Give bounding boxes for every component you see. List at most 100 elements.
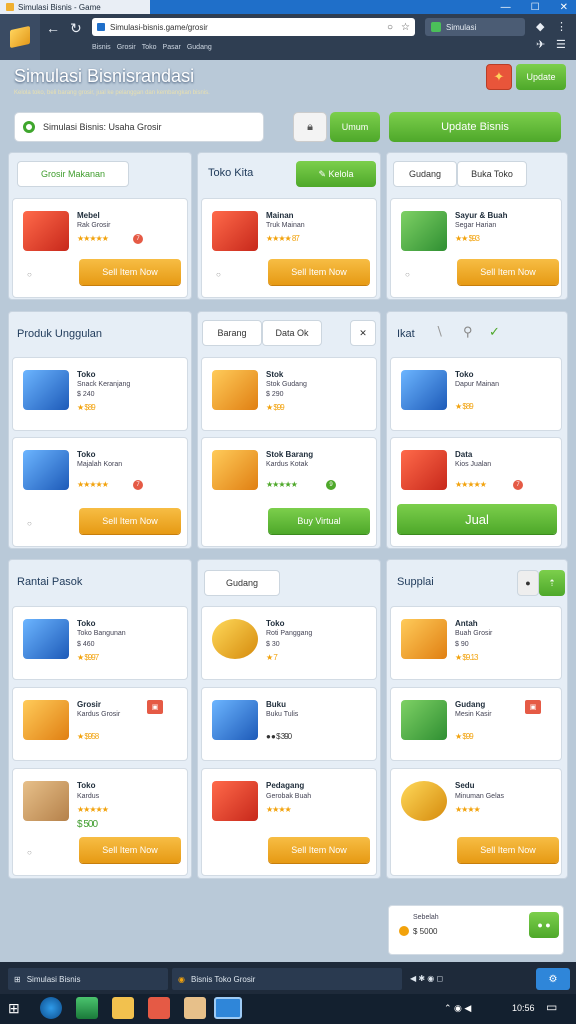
close-icon[interactable]: ✕ — [560, 2, 568, 13]
add-funds-button[interactable]: ● ● — [529, 912, 559, 938]
sale-tag-icon: ▣ — [147, 700, 163, 714]
status-dot: ○ — [27, 848, 32, 857]
maximize-icon[interactable]: ☐ — [531, 2, 540, 13]
shelf-icon — [23, 211, 69, 251]
product-card[interactable]: Sedu Minuman Gelas ★★★★ Sell Item Now — [390, 768, 562, 876]
sell-button[interactable]: Sell Item Now — [79, 259, 181, 285]
product-card[interactable]: Stok Stok Gudang $ 290 ★ $99 — [201, 357, 377, 431]
buy-virtual-button[interactable]: Buy Virtual — [268, 508, 370, 534]
update-business-button[interactable]: Update Bisnis — [389, 112, 561, 142]
back-icon[interactable]: ← — [46, 20, 60, 36]
active-app-icon[interactable] — [214, 997, 242, 1019]
menu-icon[interactable]: ☰ — [556, 38, 566, 51]
pin-icon[interactable]: ✈ — [536, 38, 545, 51]
sell-wide-button[interactable]: Jual — [397, 504, 557, 534]
check-icon[interactable]: ✓ — [489, 324, 500, 340]
toy-truck-icon — [212, 211, 258, 251]
notification-icon[interactable]: ▭ — [546, 1000, 557, 1014]
card-rating: ★★★★ — [266, 805, 292, 814]
link-icon[interactable]: ∖ — [435, 324, 443, 340]
product-card[interactable]: Buku Buku Tulis ● ● $ 390 — [201, 687, 377, 761]
window-item[interactable]: ◉ Bisnis Toko Grosir — [172, 968, 402, 990]
more-icon[interactable]: ⋮ — [556, 20, 567, 33]
product-card[interactable]: Gudang Mesin Kasir ★ $99 ▣ — [390, 687, 562, 761]
app-logo[interactable] — [0, 14, 40, 60]
bookmark-item[interactable]: Bisnis — [92, 44, 111, 51]
bookmark-item[interactable]: Pasar — [163, 44, 181, 51]
bookmark-item[interactable]: Toko — [142, 44, 157, 51]
bookmark-item[interactable]: Gudang — [187, 44, 212, 51]
card-rating: ★ $99 — [455, 732, 474, 741]
card-desc: Kardus Kotak — [266, 461, 309, 468]
search-icon[interactable]: ○ — [387, 22, 393, 33]
product-card[interactable]: Toko Kardus ★★★★★ $ 500 ○ Sell Item Now — [12, 768, 188, 876]
panel-chip[interactable]: Grosir Makanan — [17, 161, 129, 187]
clock[interactable]: 10:56 — [512, 1003, 535, 1013]
card-name: Toko — [266, 619, 285, 628]
fruit-cart-icon — [212, 781, 258, 821]
product-card[interactable]: Grosir Kardus Grosir ★ $958 ▣ — [12, 687, 188, 761]
sell-button[interactable]: Sell Item Now — [268, 259, 370, 285]
product-card[interactable]: Toko Toko Bangunan $ 460 ★ $997 — [12, 606, 188, 680]
open-store-chip[interactable]: Buka Toko — [457, 161, 527, 187]
app-icon[interactable] — [184, 997, 206, 1019]
browser-icon[interactable] — [76, 997, 98, 1019]
tab-title: Simulasi Bisnis - Game — [18, 2, 101, 12]
store-icon[interactable] — [148, 997, 170, 1019]
sell-button[interactable]: Sell Item Now — [268, 837, 370, 863]
sell-button[interactable]: Sell Item Now — [457, 259, 559, 285]
notification-button[interactable]: ⚙ — [536, 968, 570, 990]
sell-button[interactable]: Sell Item Now — [79, 837, 181, 863]
panel-chip[interactable]: Gudang — [204, 570, 280, 596]
product-card[interactable]: Toko Roti Panggang $ 30 ★ 7 — [201, 606, 377, 680]
card-badge: 7 — [133, 234, 143, 244]
product-card[interactable]: Toko Dapur Mainan ★ $89 — [390, 357, 562, 431]
address-bar[interactable]: Simulasi-bisnis.game/grosir ○ ☆ — [92, 18, 415, 36]
card-badge: 7 — [133, 480, 143, 490]
product-card[interactable]: Mainan Truk Mainan ★★★★ 87 ○ Sell Item N… — [201, 198, 377, 298]
product-card[interactable]: Mebel Rak Grosir ★★★★★ 7 ○ Sell Item Now — [12, 198, 188, 298]
toggle-off[interactable]: ● — [517, 570, 539, 596]
manage-label: Kelola — [328, 169, 354, 179]
reload-icon[interactable]: ↻ — [70, 20, 82, 37]
start-icon[interactable]: ⊞ — [8, 1000, 20, 1017]
store-building-icon — [23, 619, 69, 659]
side-tab[interactable]: Simulasi — [425, 18, 525, 36]
card-price: $ 240 — [77, 391, 95, 398]
tools-button[interactable]: ✦ — [486, 64, 512, 90]
window-item[interactable]: ⊞ Simulasi Bisnis — [8, 968, 168, 990]
product-card[interactable]: Toko Snack Keranjang $ 240 ★ $89 — [12, 357, 188, 431]
card-rating: ★ 7 — [266, 653, 278, 662]
close-panel-icon[interactable]: ✕ — [350, 320, 376, 346]
tray-icons[interactable]: ⌃ ◉ ◀ — [444, 1003, 471, 1014]
tab-favicon-icon — [6, 3, 14, 11]
add-icon[interactable]: ⇡ — [539, 570, 565, 596]
product-card[interactable]: Data Kios Jualan ★★★★★ 7 Jual — [390, 437, 562, 547]
minimize-icon[interactable]: — — [501, 2, 511, 13]
general-button[interactable]: Umum — [330, 112, 380, 142]
browser-tab[interactable]: Simulasi Bisnis - Game — [0, 0, 150, 14]
panel-title: Toko Kita — [208, 167, 254, 179]
update-button[interactable]: Update — [516, 64, 566, 90]
sell-button[interactable]: Sell Item Now — [79, 508, 181, 534]
product-card[interactable]: Stok Barang Kardus Kotak ★★★★★ 9 Buy Vir… — [201, 437, 377, 547]
bookmark-star-icon[interactable]: ☆ — [401, 22, 410, 33]
manage-button[interactable]: ✎ Kelola — [296, 161, 376, 187]
search-icon[interactable]: ⚲ — [463, 324, 473, 340]
folder-icon[interactable] — [112, 997, 134, 1019]
status-dot: ○ — [405, 270, 410, 279]
product-card[interactable]: Sayur & Buah Segar Harian ★★ $93 ○ Sell … — [390, 198, 562, 298]
panel-chip[interactable]: Barang — [202, 320, 262, 346]
sell-button[interactable]: Sell Item Now — [457, 837, 559, 863]
bookmark-item[interactable]: Grosir — [117, 44, 136, 51]
product-card[interactable]: Toko Majalah Koran ★★★★★ 7 ○ Sell Item N… — [12, 437, 188, 547]
product-card[interactable]: Pedagang Gerobak Buah ★★★★ Sell Item Now — [201, 768, 377, 876]
search-input[interactable]: Simulasi Bisnis: Usaha Grosir — [14, 112, 264, 142]
panel-chip[interactable]: Data Ok — [262, 320, 322, 346]
product-card[interactable]: Antah Buah Grosir $ 90 ★ $9.13 — [390, 606, 562, 680]
lock-button[interactable]: 🔒︎ — [293, 112, 327, 142]
card-rating: ★★ $93 — [455, 234, 480, 243]
edge-icon[interactable] — [40, 997, 62, 1019]
settings-icon[interactable]: ◆ — [536, 20, 544, 33]
volume-icon[interactable]: ◀ ✱ ◉ ◻ — [410, 974, 443, 983]
